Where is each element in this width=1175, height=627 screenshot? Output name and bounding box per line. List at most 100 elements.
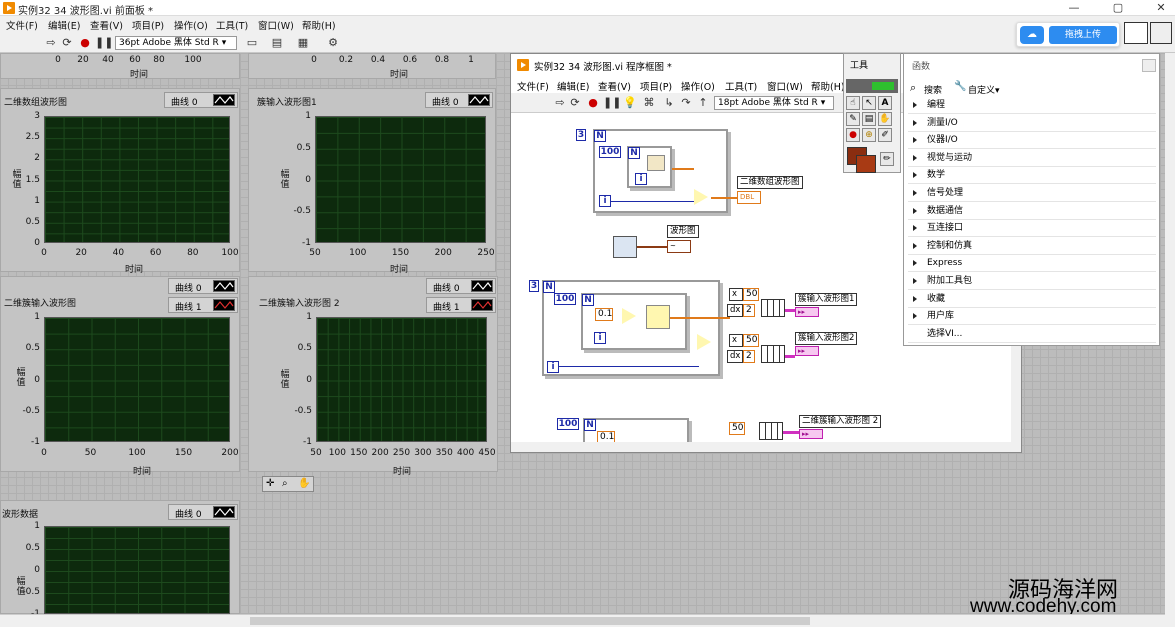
font-selector[interactable]: 36pt Adobe 黑体 Std R ▾ [115,36,237,50]
graph-legend-2[interactable]: 曲线 1 [426,297,496,313]
count-constant-100a[interactable]: 100 [599,146,621,158]
function-category-item[interactable]: 测量I/O [908,115,1156,132]
search-icon[interactable]: ⌕ [910,81,916,95]
close-button[interactable]: ✕ [1151,1,1171,14]
zoom-icon[interactable]: ⌕ [282,478,288,489]
minimize-button[interactable]: — [1064,1,1084,14]
constant-dx2b[interactable]: 2 [743,350,755,363]
graph-terminal-cluster1[interactable]: ▸▸ [795,307,819,317]
graph-terminal-2d-array[interactable]: DBL [737,191,761,204]
run-arrow-icon[interactable]: ⇨ [44,36,58,49]
breakpoint-tool-icon[interactable]: ● [846,128,860,142]
graph-palette[interactable]: ✛ ⌕ ✋ [262,476,314,492]
bd-menu-help[interactable]: 帮助(H) [811,79,845,93]
plot-area[interactable] [44,526,230,614]
bd-menu-file[interactable]: 文件(F) [517,79,549,93]
functions-palette[interactable]: 函数 ⌕ 搜索 🔧 自定义▾ 编程 测量I/O 仪器I/O 视觉与运动 数学 信号处理 数据… [903,53,1160,346]
graph-legend[interactable]: 曲线 0 [168,278,238,294]
operate-hand-icon[interactable]: ☝ [846,96,860,110]
menu-tools[interactable]: 工具(T) [216,18,248,32]
plot-area[interactable] [316,317,487,442]
function-category-item[interactable]: 仪器I/O [908,132,1156,150]
graph-legend[interactable]: 曲线 0 [426,278,496,294]
menu-view[interactable]: 查看(V) [90,18,123,32]
run-continuously-icon[interactable]: ⟳ [60,36,74,49]
sine-function-icon[interactable] [646,305,670,329]
menu-edit[interactable]: 编辑(E) [48,18,80,32]
graph-terminal-cluster2[interactable]: ▸▸ [795,346,819,356]
function-category-item[interactable]: 附加工具包 [908,273,1156,290]
menu-project[interactable]: 项目(P) [132,18,164,32]
function-category-item[interactable]: 数据通信 [908,203,1156,220]
bd-horizontal-scrollbar[interactable] [511,442,1021,452]
graph-terminal-waveform[interactable]: ~ [667,240,691,253]
bd-menu-view[interactable]: 查看(V) [598,79,631,93]
bd-run-icon[interactable]: ⇨ [553,96,567,109]
shortcut-menu-tool-icon[interactable]: ▤ [862,112,876,126]
plot-style-swatch[interactable] [468,94,490,106]
plot-style-swatch[interactable] [213,299,235,311]
bundle-node-icon[interactable] [761,345,785,363]
function-category-item[interactable]: Express [908,255,1156,273]
scroll-thumb[interactable] [250,617,810,625]
count-constant-3b[interactable]: 3 [529,280,539,292]
menu-operate[interactable]: 操作(O) [174,18,208,32]
text-tool-icon[interactable]: A [878,96,892,110]
bd-menu-tools[interactable]: 工具(T) [725,79,757,93]
plot-area[interactable] [315,116,486,243]
reorder-icon[interactable]: ⚙ [326,36,340,49]
constant-x50a[interactable]: 50 [743,288,759,301]
graph-legend[interactable]: 曲线 0 [425,92,493,108]
constant-dx2a[interactable]: 2 [743,304,755,317]
wiring-tool-icon[interactable]: ✎ [846,112,860,126]
align-icon[interactable]: ▭ [245,36,259,49]
step-out-icon[interactable]: ↑ [696,96,710,109]
count-constant-100b[interactable]: 100 [554,293,576,305]
customize-button[interactable]: 自定义▾ [968,83,1000,96]
function-category-item[interactable]: 数学 [908,167,1156,185]
resize-icon[interactable]: ▦ [296,36,310,49]
menu-file[interactable]: 文件(F) [6,18,38,32]
menu-help[interactable]: 帮助(H) [302,18,336,32]
function-category-item[interactable]: 编程 [908,97,1156,114]
step-into-icon[interactable]: ↳ [662,96,676,109]
function-category-item[interactable]: 收藏 [908,291,1156,308]
plot-style-swatch[interactable] [213,506,235,518]
maximize-button[interactable]: ▢ [1108,1,1128,14]
bd-menu-project[interactable]: 项目(P) [640,79,672,93]
scroll-tool-icon[interactable]: ✋ [878,112,892,126]
random-number-icon[interactable] [647,155,665,171]
plot-style-swatch[interactable] [471,299,493,311]
retain-wire-icon[interactable]: ⌘ [642,96,656,109]
graph-legend[interactable]: 曲线 0 [164,92,238,108]
upload-button[interactable]: 拖拽上传 [1049,26,1117,44]
background-color-swatch[interactable] [856,155,876,173]
graph-legend-2[interactable]: 曲线 1 [168,297,238,313]
plot-area[interactable] [44,116,230,243]
plot-style-swatch[interactable] [213,280,235,292]
bundle-node-icon[interactable] [759,422,783,440]
function-category-item[interactable]: 控制和仿真 [908,238,1156,255]
vertical-scrollbar[interactable] [1165,53,1175,627]
count-constant-3a[interactable]: 3 [576,129,586,141]
search-button[interactable]: 搜索 [924,83,942,96]
bd-font-selector[interactable]: 18pt Adobe 黑体 Std R ▾ [714,96,834,110]
pan-hand-icon[interactable]: ✋ [298,478,310,489]
bd-menu-operate[interactable]: 操作(O) [681,79,715,93]
bd-menu-window[interactable]: 窗口(W) [767,79,803,93]
add-node-icon[interactable] [694,189,708,205]
constant-0-1a[interactable]: 0.1 [595,308,613,321]
horizontal-scrollbar[interactable] [0,614,1165,627]
pause-icon[interactable]: ❚❚ [95,36,113,49]
waveform-constant-icon[interactable] [613,236,637,258]
graph-legend[interactable]: 曲线 0 [168,504,238,520]
position-arrow-icon[interactable]: ↖ [862,96,876,110]
coloring-tool-icon[interactable]: ✏ [880,152,894,166]
wrench-icon[interactable]: 🔧 [954,81,966,92]
constant-x50b[interactable]: 50 [743,334,759,347]
function-category-item[interactable]: 选择VI... [908,326,1156,343]
step-over-icon[interactable]: ↷ [679,96,693,109]
multiply-node-icon[interactable] [622,308,636,324]
bd-pause-icon[interactable]: ❚❚ [603,96,621,109]
plot-style-swatch[interactable] [213,94,235,106]
